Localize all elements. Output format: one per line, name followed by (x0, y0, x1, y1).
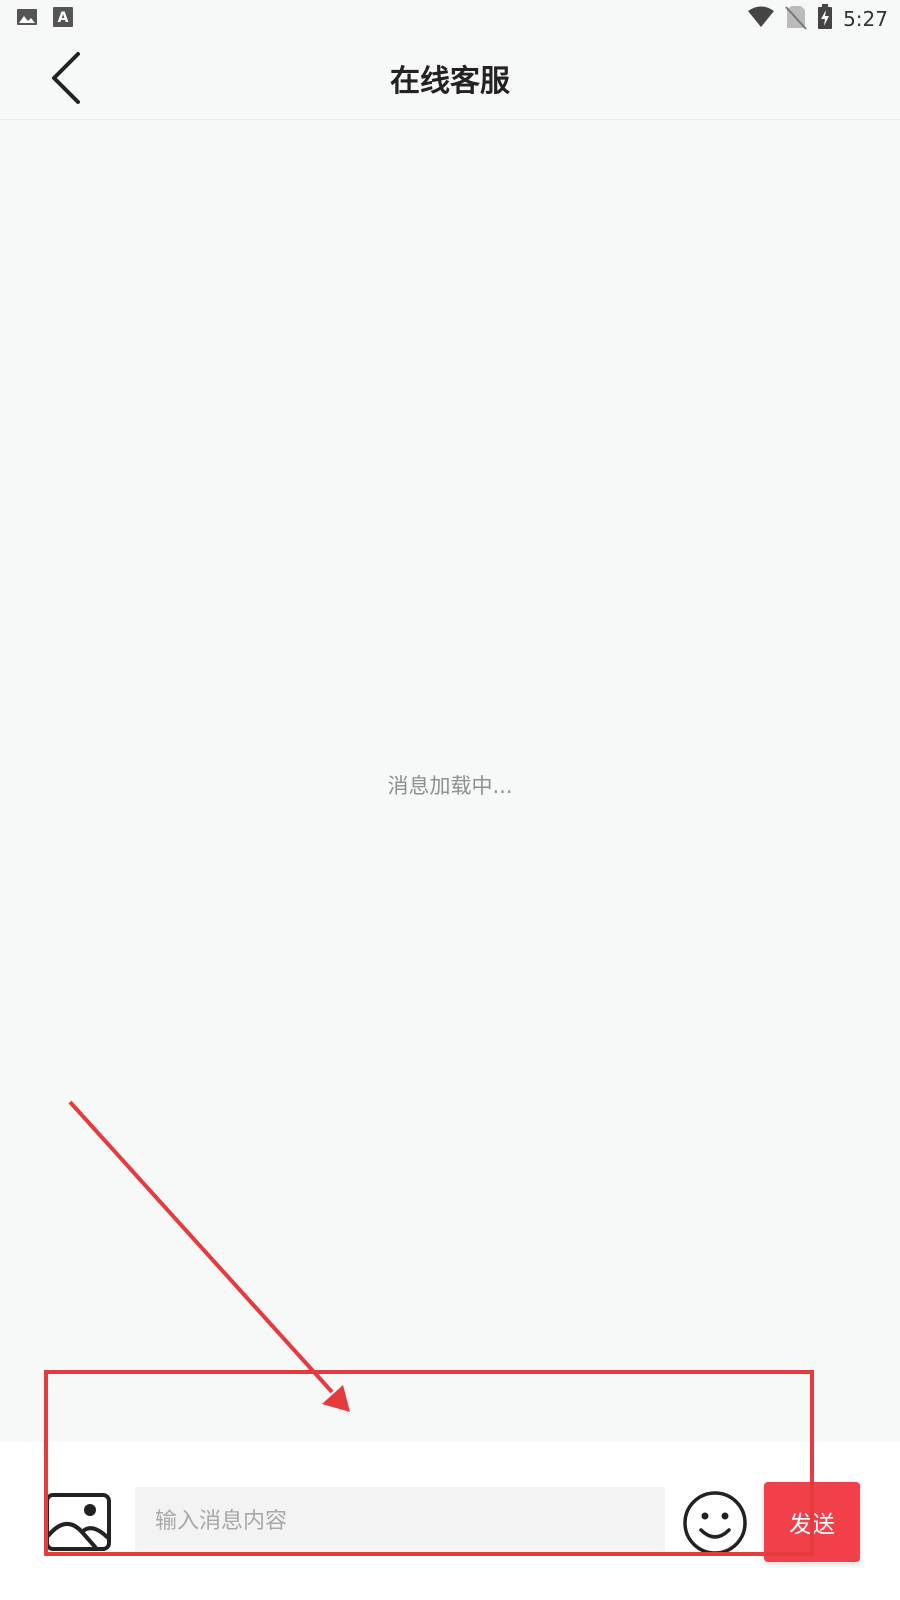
message-input[interactable] (135, 1487, 665, 1555)
gallery-notification-icon (16, 6, 38, 32)
send-image-button[interactable] (44, 1492, 112, 1552)
smiley-icon (683, 1491, 747, 1555)
font-notification-icon: A (52, 6, 74, 32)
page-title: 在线客服 (390, 63, 510, 99)
message-input-bar: 发送 (0, 1442, 900, 1600)
status-bar: A 5:27 (0, 0, 900, 36)
annotation-arrow (68, 1100, 350, 1412)
svg-text:A: A (58, 10, 69, 26)
emoji-button[interactable] (682, 1490, 748, 1556)
wifi-icon (747, 5, 775, 33)
chevron-left-icon (52, 52, 80, 104)
no-sim-icon (785, 4, 807, 34)
send-button[interactable]: 发送 (764, 1482, 860, 1562)
app-header: 在线客服 (0, 36, 900, 120)
back-button[interactable] (38, 50, 94, 106)
image-icon (45, 1493, 111, 1551)
battery-charging-icon (817, 4, 833, 34)
status-time: 5:27 (843, 7, 888, 31)
loading-text: 消息加载中... (387, 774, 513, 798)
